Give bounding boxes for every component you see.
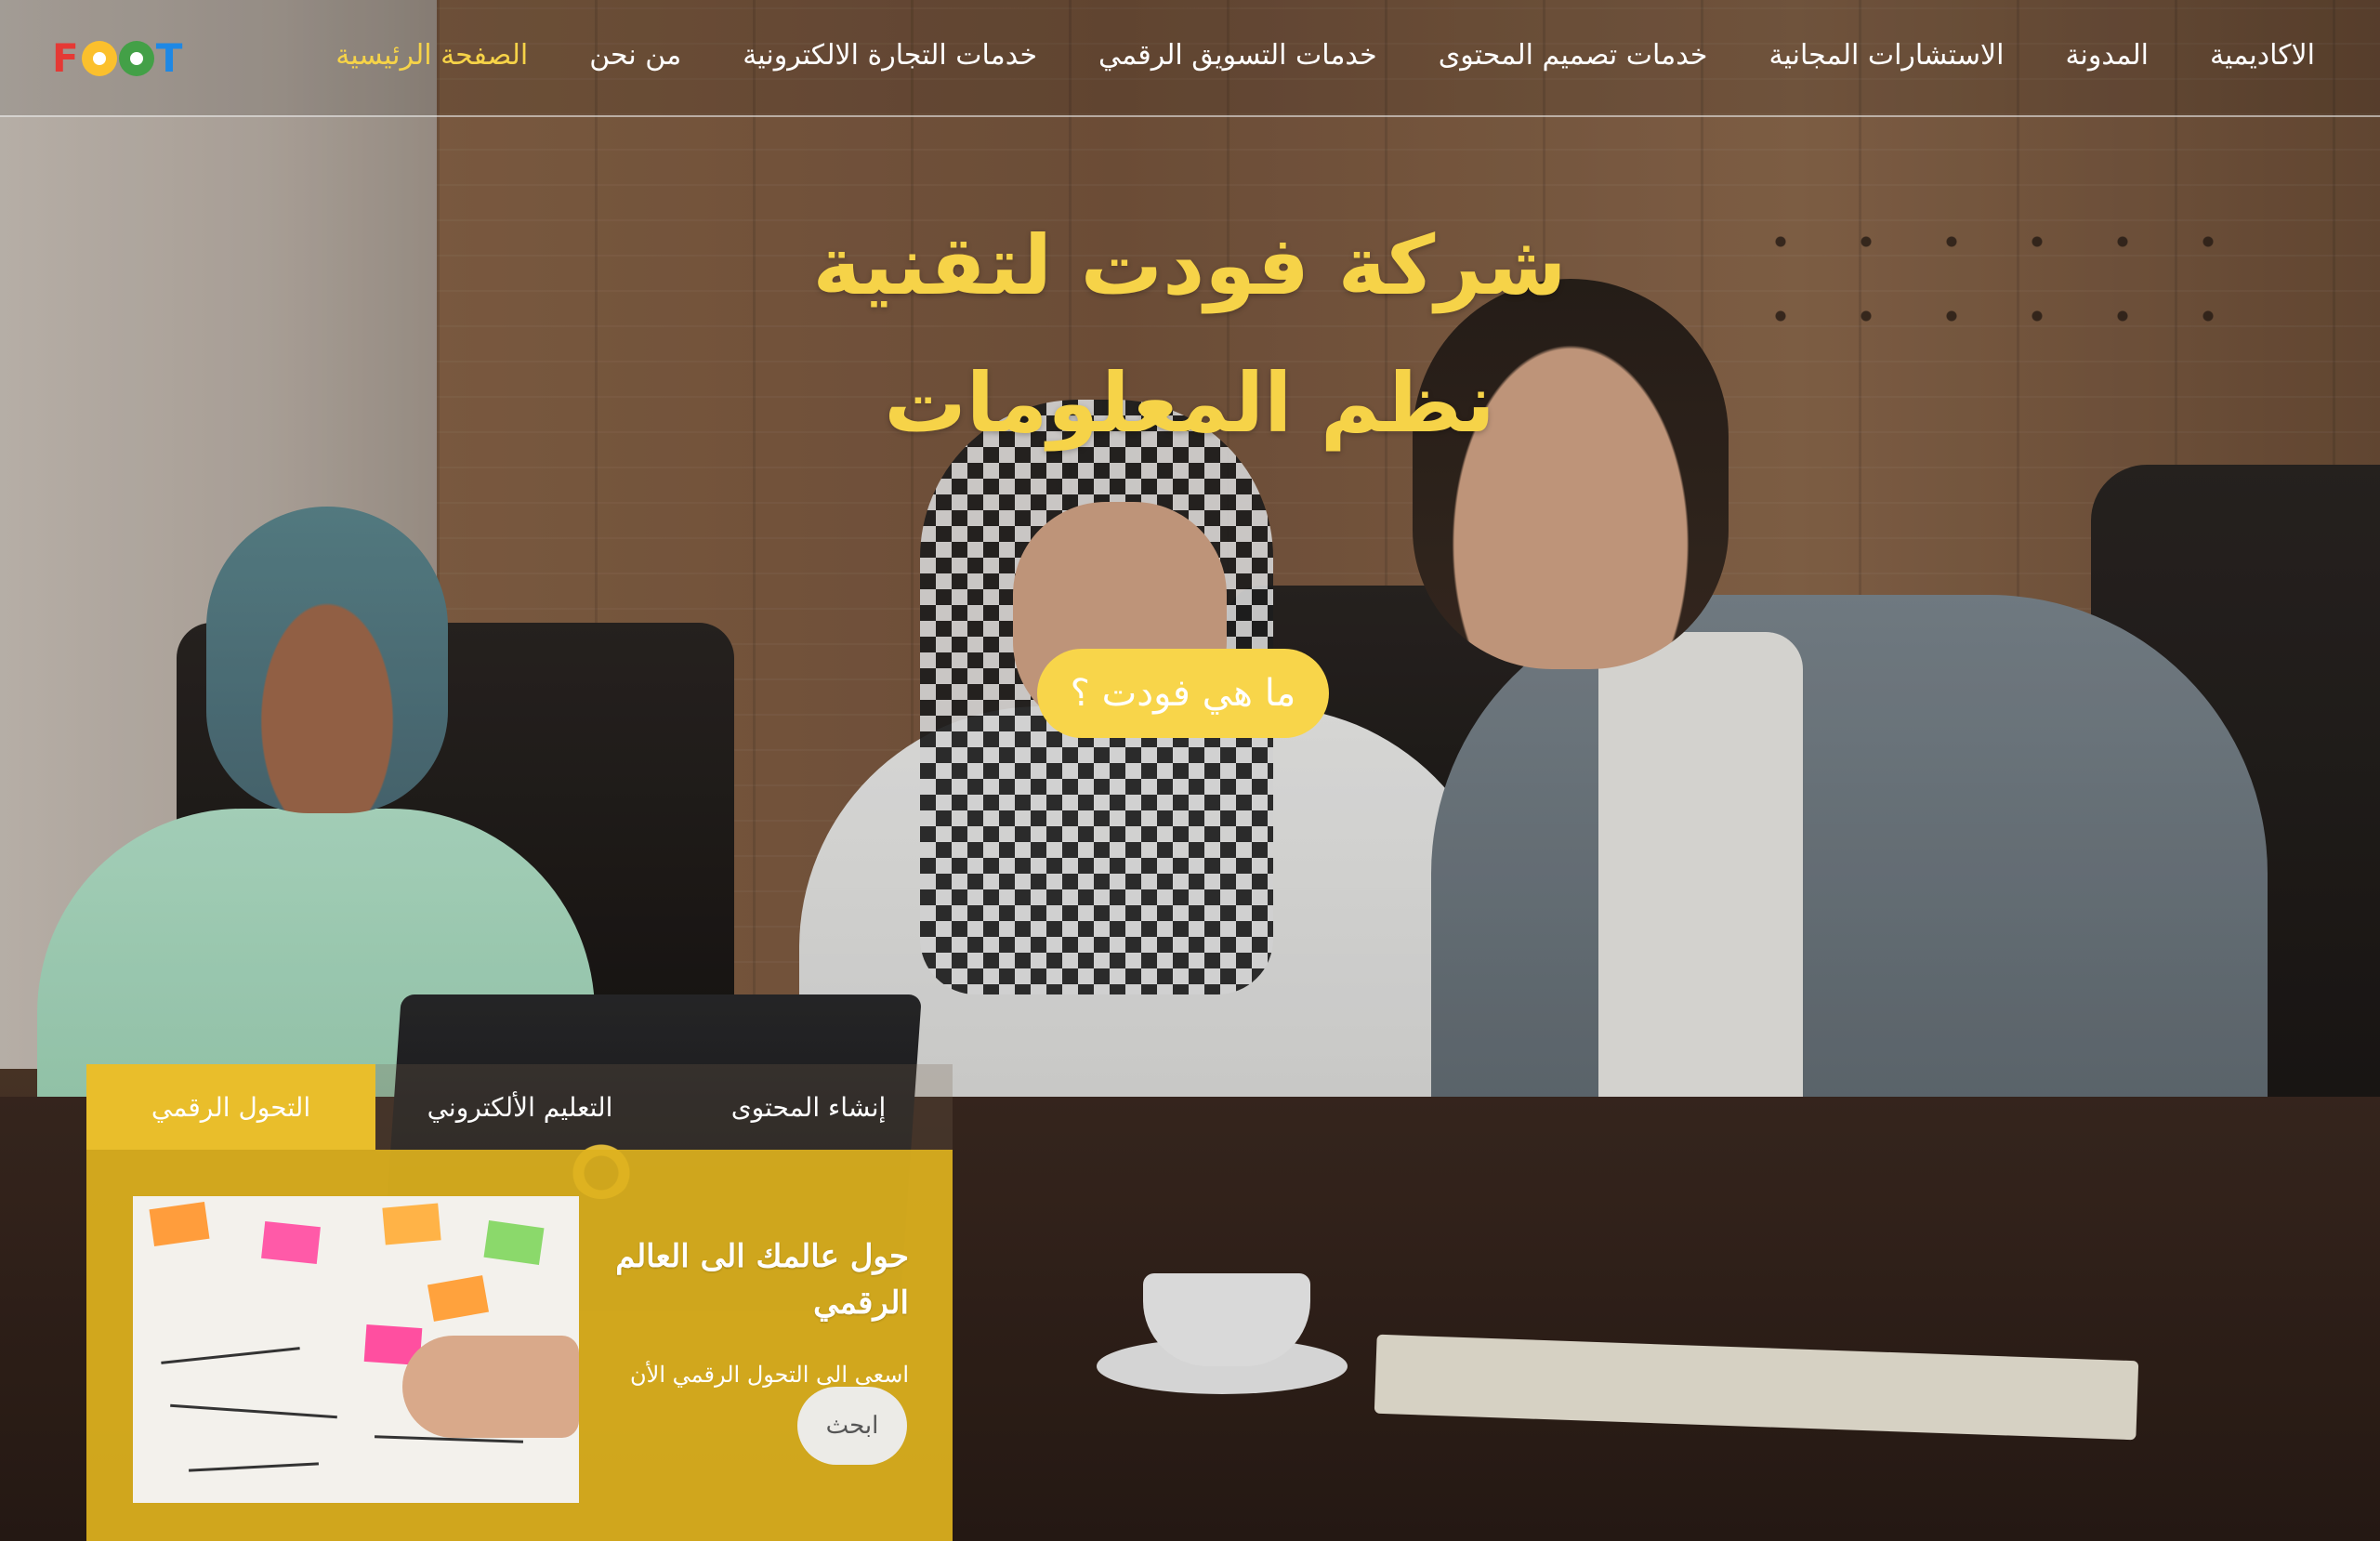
- sketch-line: [170, 1403, 337, 1419]
- hero-title-line-2: نظم المعلومات: [884, 355, 1495, 451]
- search-button[interactable]: ابحث: [797, 1387, 907, 1465]
- services-tabs: التحول الرقمي التعليم الألكتروني إنشاء ا…: [86, 1064, 953, 1150]
- nav-item-ecommerce[interactable]: خدمات التجارة الالكترونية: [743, 30, 1037, 82]
- hand: [402, 1336, 579, 1438]
- nav-item-home[interactable]: الصفحة الرئيسية: [335, 30, 528, 82]
- tab-digital-transformation[interactable]: التحول الرقمي: [86, 1064, 375, 1150]
- sticky-note: [261, 1220, 321, 1265]
- logo-d-icon: [118, 41, 154, 76]
- tab-e-learning[interactable]: التعليم الألكتروني: [375, 1064, 664, 1150]
- panel-text: حول عالمك الى العالم الرقمي اسعى الى الت…: [598, 1233, 909, 1391]
- sketch-line: [161, 1347, 300, 1364]
- main-navigation: الصفحة الرئيسية من نحن خدمات التجارة الا…: [335, 30, 2315, 82]
- nav-item-digital-marketing[interactable]: خدمات التسويق الرقمي: [1098, 30, 1377, 82]
- nav-item-academy[interactable]: الاكاديمية: [2210, 30, 2315, 82]
- hero-title-line-1: شركة فودت لتقنية: [812, 217, 1567, 313]
- what-is-fodt-button[interactable]: ما هي فودت ؟: [1037, 649, 1329, 738]
- nav-item-blog[interactable]: المدونة: [2065, 30, 2149, 82]
- site-header: F T الصفحة الرئيسية من نحن خدمات التجارة…: [0, 0, 2380, 117]
- logo-o-icon: [81, 41, 117, 76]
- sticky-note: [427, 1275, 490, 1322]
- sticky-note: [149, 1202, 210, 1246]
- hero-title: شركة فودت لتقنية نظم المعلومات: [725, 197, 1654, 472]
- sketching-wireframes-image: [133, 1196, 579, 1503]
- tab-content-creation[interactable]: إنشاء المحتوى: [664, 1064, 953, 1150]
- nav-item-free-consultations[interactable]: الاستشارات المجانية: [1769, 30, 2004, 82]
- logo-letter: F: [52, 35, 80, 81]
- nav-item-about[interactable]: من نحن: [589, 30, 681, 82]
- nav-item-content-design[interactable]: خدمات تصميم المحتوى: [1439, 30, 1708, 82]
- sticky-note: [382, 1203, 441, 1245]
- tab-panel-digital-transformation: حول عالمك الى العالم الرقمي اسعى الى الت…: [86, 1150, 953, 1541]
- panel-heading: حول عالمك الى العالم الرقمي: [615, 1238, 909, 1322]
- fodt-logo[interactable]: F T: [52, 37, 183, 80]
- logo-letter: T: [155, 35, 184, 81]
- sticky-note: [483, 1220, 545, 1265]
- sketch-line: [189, 1462, 319, 1472]
